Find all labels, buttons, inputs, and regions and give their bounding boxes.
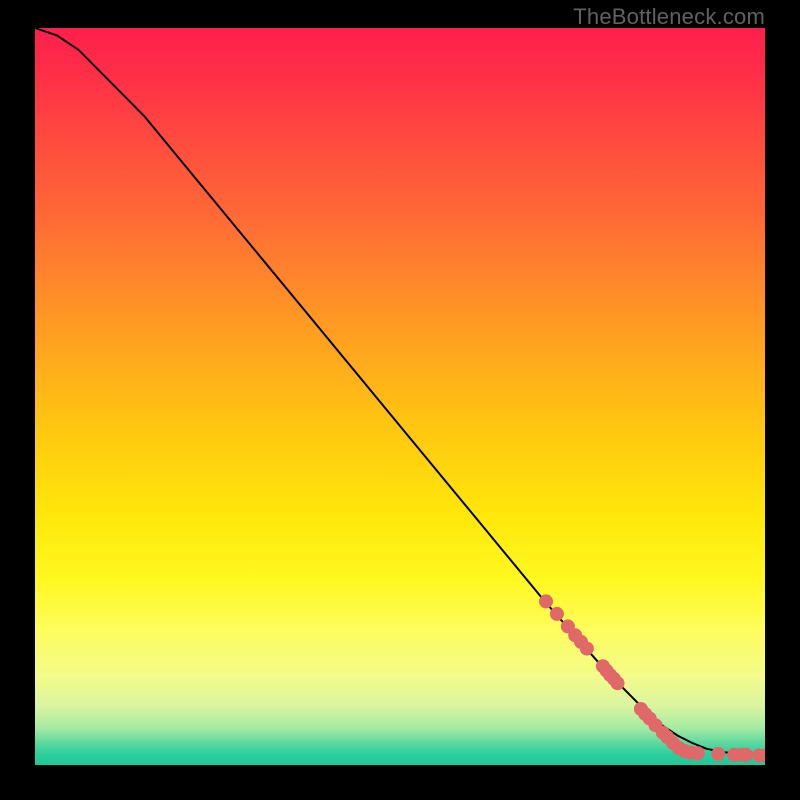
plot-area bbox=[35, 28, 765, 765]
highlighted-points bbox=[539, 594, 765, 762]
chart-overlay bbox=[35, 28, 765, 765]
credit-label: TheBottleneck.com bbox=[573, 4, 765, 30]
data-point bbox=[711, 747, 725, 761]
chart-stage: TheBottleneck.com bbox=[0, 0, 800, 800]
data-point bbox=[691, 746, 705, 760]
data-point bbox=[611, 676, 625, 690]
data-point bbox=[580, 642, 594, 656]
bottleneck-curve bbox=[35, 28, 765, 755]
data-point bbox=[739, 748, 753, 762]
data-point bbox=[550, 607, 564, 621]
data-point bbox=[539, 594, 553, 608]
